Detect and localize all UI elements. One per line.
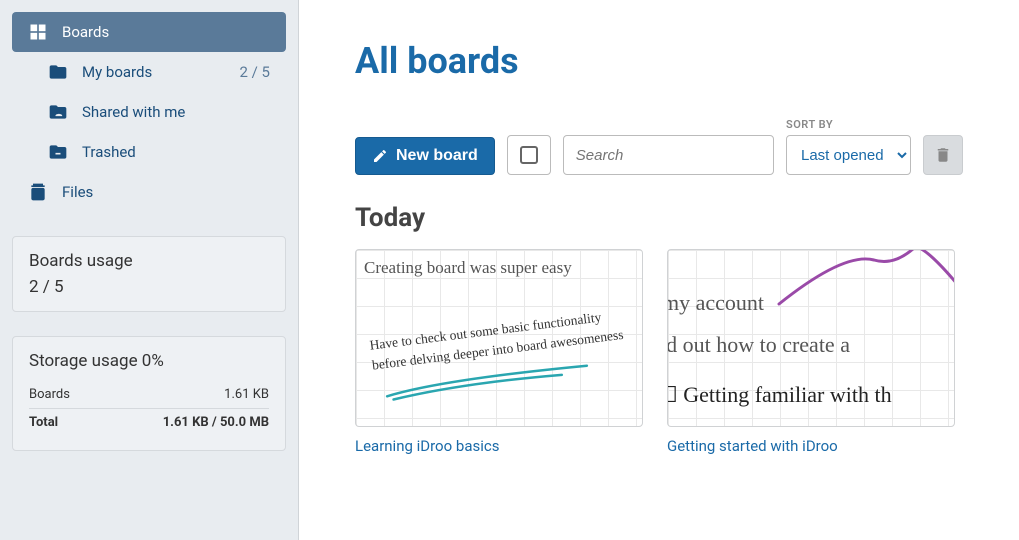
board-grid: Creating board was super easy Have to ch…: [355, 249, 963, 455]
new-board-label: New board: [396, 147, 478, 165]
board-thumbnail: my account ured out how to create a ☐ Ge…: [667, 249, 955, 427]
main-content: All boards New board SORT BY Last opened…: [299, 0, 1019, 540]
board-card[interactable]: Creating board was super easy Have to ch…: [355, 249, 643, 455]
storage-row-label: Boards: [29, 387, 70, 402]
sort-by-label: SORT BY: [786, 118, 911, 131]
sidebar-item-boards[interactable]: Boards: [12, 12, 286, 52]
checkbox-inner: [520, 146, 538, 164]
nav-list: Boards My boards 2 / 5 Shared with me Tr…: [12, 12, 286, 212]
shared-folder-icon: [48, 102, 68, 122]
board-title: Learning iDroo basics: [355, 437, 643, 455]
sort-select[interactable]: Last opened: [786, 135, 911, 175]
sidebar-item-label: Boards: [62, 23, 109, 41]
board-card[interactable]: my account ured out how to create a ☐ Ge…: [667, 249, 955, 455]
folder-icon: [48, 62, 68, 82]
sort-group: SORT BY Last opened: [786, 118, 911, 175]
storage-usage-card: Storage usage 0% Boards 1.61 KB Total 1.…: [12, 336, 286, 451]
select-all-checkbox[interactable]: [507, 135, 551, 175]
sidebar-item-label: Shared with me: [82, 103, 185, 121]
section-heading-today: Today: [355, 203, 963, 233]
sidebar-item-my-boards[interactable]: My boards 2 / 5: [12, 52, 286, 92]
search-input[interactable]: [563, 135, 774, 175]
storage-row-label: Total: [29, 415, 58, 430]
sidebar-item-count: 2 / 5: [240, 63, 271, 81]
thumb-text: my account: [667, 290, 764, 316]
boards-usage-card: Boards usage 2 / 5: [12, 236, 286, 312]
files-icon: [28, 182, 48, 202]
sidebar-item-label: My boards: [82, 63, 152, 81]
boards-usage-value: 2 / 5: [29, 277, 269, 297]
board-title: Getting started with iDroo: [667, 437, 955, 455]
sidebar-item-trashed[interactable]: Trashed: [12, 132, 286, 172]
thumb-text: ☐ Getting familiar with th: [667, 382, 892, 408]
sidebar-item-label: Trashed: [82, 143, 136, 161]
storage-row: Boards 1.61 KB: [29, 381, 269, 409]
board-thumbnail: Creating board was super easy Have to ch…: [355, 249, 643, 427]
swoop-stroke: [774, 249, 955, 312]
storage-row-total: Total 1.61 KB / 50.0 MB: [29, 409, 269, 436]
sidebar-item-label: Files: [62, 183, 93, 201]
toolbar: New board SORT BY Last opened: [355, 118, 963, 175]
sidebar-item-shared[interactable]: Shared with me: [12, 92, 286, 132]
boards-usage-title: Boards usage: [29, 251, 269, 271]
trash-button[interactable]: [923, 135, 963, 175]
thumb-text: Creating board was super easy: [364, 258, 572, 278]
thumb-text: ured out how to create a: [667, 332, 850, 358]
trash-folder-icon: [48, 142, 68, 162]
sidebar: Boards My boards 2 / 5 Shared with me Tr…: [0, 0, 299, 540]
sidebar-item-files[interactable]: Files: [12, 172, 286, 212]
storage-row-value: 1.61 KB / 50.0 MB: [163, 415, 269, 430]
trash-icon: [934, 146, 952, 164]
page-title: All boards: [355, 40, 963, 82]
dashboard-icon: [28, 22, 48, 42]
new-board-button[interactable]: New board: [355, 137, 495, 175]
storage-usage-title: Storage usage 0%: [29, 351, 269, 371]
storage-row-value: 1.61 KB: [224, 387, 269, 402]
edit-icon: [372, 148, 388, 164]
